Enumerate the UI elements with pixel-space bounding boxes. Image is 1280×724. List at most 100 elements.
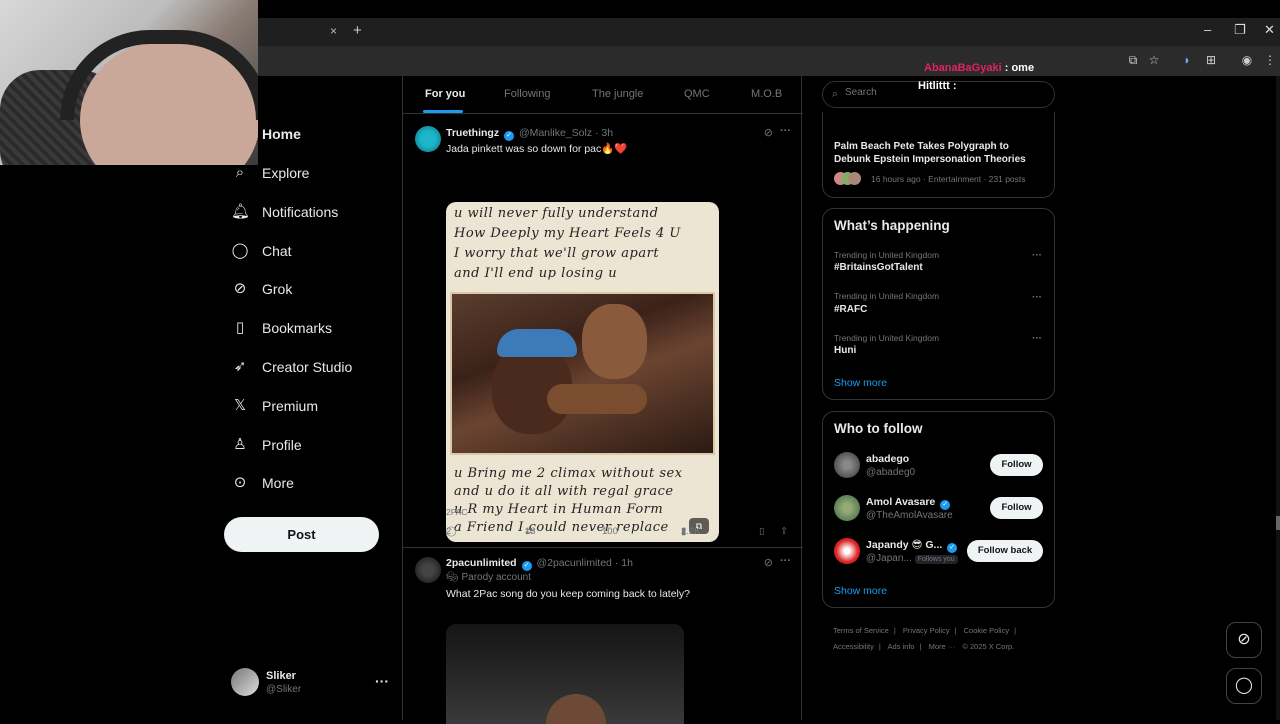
image-caption: 2PAC <box>446 507 468 517</box>
suggested-user-name[interactable]: Amol Avasare ✓ <box>866 496 952 510</box>
terms-link[interactable]: Terms of Service <box>833 626 889 635</box>
follow-button[interactable]: Follow <box>990 497 1043 519</box>
trend-more-icon[interactable]: ··· <box>1032 333 1042 344</box>
tweet-text: What 2Pac song do you keep coming back t… <box>446 588 690 600</box>
handwriting-line: How Deeply my Heart Feels 4 U <box>454 226 681 241</box>
suggested-user-handle: @TheAmolAvasare <box>866 510 953 521</box>
account-more-icon[interactable]: ··· <box>375 673 389 689</box>
browser-menu-icon[interactable]: ⋮ <box>1263 53 1277 67</box>
footer-separator: | <box>893 626 896 635</box>
reply-count: 2 <box>446 526 452 537</box>
tab-for-you[interactable]: For you <box>425 88 465 100</box>
extension-audio-icon[interactable]: ◗ <box>1180 53 1194 67</box>
share-icon: ⇧ <box>780 526 788 537</box>
ads-info-link[interactable]: Ads info <box>887 642 914 651</box>
nav-bookmarks[interactable]: ▯ Bookmarks <box>231 316 332 340</box>
nav-profile[interactable]: ♙ Profile <box>231 433 301 457</box>
tweet-more-icon[interactable]: ··· <box>780 555 791 567</box>
grok-explain-icon[interactable]: ⊘ <box>764 126 773 139</box>
couple-photo <box>450 292 715 455</box>
tweet[interactable]: 2pacunlimited ✓ @2pacunlimited · 1h ⊘ ··… <box>403 548 803 724</box>
news-avatars <box>834 172 862 185</box>
nav-notifications[interactable]: 🔔︎ Notifications <box>231 200 338 224</box>
tweet-avatar[interactable] <box>415 126 441 152</box>
cookie-link[interactable]: Cookie Policy <box>964 626 1009 635</box>
tweet[interactable]: Truethingz ✓ @Manlike_Solz · 3h ⊘ ··· Ja… <box>403 115 803 548</box>
person-icon: ♙ <box>233 436 247 453</box>
extensions-icon[interactable]: ⊞ <box>1204 53 1218 67</box>
privacy-link[interactable]: Privacy Policy <box>903 626 950 635</box>
main-timeline: For you Following The jungle QMC M.O.B T… <box>402 76 803 724</box>
timeline-tabs: For you Following The jungle QMC M.O.B <box>403 76 803 114</box>
grok-explain-icon[interactable]: ⊘ <box>764 556 773 569</box>
handle-text: @Japan... <box>866 553 912 564</box>
nav-grok[interactable]: ⊘ Grok <box>231 277 293 301</box>
tweet-image[interactable]: u will never fully understand How Deeply… <box>446 202 719 542</box>
nav-creator-studio[interactable]: ➶ Creator Studio <box>231 355 353 379</box>
handwriting-line: I worry that we'll grow apart <box>454 246 660 261</box>
tab-close-button[interactable]: × <box>330 24 337 38</box>
trend-name[interactable]: Huni <box>834 345 856 356</box>
tweet-image[interactable] <box>446 624 684 724</box>
tweet-author-name: Truethingz <box>446 127 500 139</box>
install-icon[interactable]: ⧉ <box>1126 53 1140 67</box>
tweet-author[interactable]: Truethingz ✓ @Manlike_Solz · 3h <box>446 127 613 141</box>
trend-name[interactable]: #BritainsGotTalent <box>834 262 923 273</box>
new-tab-button[interactable]: + <box>353 22 362 39</box>
handwriting-line: u R my Heart in Human Form <box>454 502 664 517</box>
show-more-link[interactable]: Show more <box>834 377 887 389</box>
news-headline[interactable]: Palm Beach Pete Takes Polygraph to Debun… <box>834 140 1039 166</box>
account-switcher[interactable]: Sliker @Sliker ··· <box>231 668 391 698</box>
suggested-user-name[interactable]: Japandy 😎 G... ✓ <box>866 539 959 553</box>
nav-premium[interactable]: 𝕏 Premium <box>231 394 318 418</box>
footer-separator: | <box>954 626 957 635</box>
suggested-user-handle: @Japan... Follows you <box>866 553 958 564</box>
footer-separator: | <box>919 642 922 651</box>
nav-label: Bookmarks <box>262 320 333 336</box>
profile-avatar-icon[interactable]: ◉ <box>1240 53 1254 67</box>
footer-separator: | <box>1014 626 1017 635</box>
bookmark-star-icon[interactable]: ☆ <box>1147 53 1161 67</box>
trend-more-icon[interactable]: ··· <box>1032 250 1042 261</box>
accessibility-link[interactable]: Accessibility <box>833 642 874 651</box>
avatar[interactable] <box>834 452 860 478</box>
section-title: What’s happening <box>834 218 950 233</box>
scrollbar-thumb[interactable] <box>1276 516 1280 530</box>
tab-qmc[interactable]: QMC <box>684 88 710 100</box>
trend-context: Trending in United Kingdom <box>834 250 940 260</box>
messages-floating-button[interactable]: ◯ <box>1226 668 1262 704</box>
avatar[interactable] <box>834 538 860 564</box>
maximize-button[interactable]: ❐ <box>1234 22 1246 38</box>
nav-label: Creator Studio <box>262 359 353 375</box>
follow-button[interactable]: Follow <box>990 454 1043 476</box>
tweet-handle: @2pacunlimited · 1h <box>536 557 633 569</box>
parody-badge: 🎭︎ Parody account <box>446 572 531 583</box>
avatar[interactable] <box>834 495 860 521</box>
nav-label: More <box>262 475 294 491</box>
tweet-avatar[interactable] <box>415 557 441 583</box>
suggested-user-handle: @abadeg0 <box>866 467 916 478</box>
trend-more-icon[interactable]: ··· <box>1032 292 1042 303</box>
search-icon: ⌕ <box>832 88 839 100</box>
tab-mob[interactable]: M.O.B <box>751 88 782 100</box>
tweet-author[interactable]: 2pacunlimited ✓ @2pacunlimited · 1h <box>446 557 633 571</box>
nav-chat[interactable]: ◯ Chat <box>231 239 292 263</box>
search-icon: ⌕ <box>235 164 245 181</box>
tweet-more-icon[interactable]: ··· <box>780 125 791 137</box>
tab-following[interactable]: Following <box>504 88 550 100</box>
handwriting-line: u will never fully understand <box>454 206 659 221</box>
grok-icon: ⊘ <box>233 280 247 297</box>
minimize-button[interactable]: – <box>1204 22 1211 37</box>
webcam-overlay <box>0 0 258 165</box>
follow-back-button[interactable]: Follow back <box>967 540 1043 562</box>
scrollbar[interactable] <box>1276 76 1280 720</box>
nav-more[interactable]: ⊙ More <box>231 471 294 495</box>
more-link[interactable]: More ··· <box>929 642 956 651</box>
grok-floating-button[interactable]: ⊘ <box>1226 622 1262 658</box>
trend-name[interactable]: #RAFC <box>834 304 867 315</box>
suggested-user-name[interactable]: abadego <box>866 453 909 465</box>
close-window-button[interactable]: ✕ <box>1264 22 1275 38</box>
post-button[interactable]: Post <box>224 517 379 552</box>
tab-the-jungle[interactable]: The jungle <box>592 88 643 100</box>
show-more-link[interactable]: Show more <box>834 585 887 597</box>
